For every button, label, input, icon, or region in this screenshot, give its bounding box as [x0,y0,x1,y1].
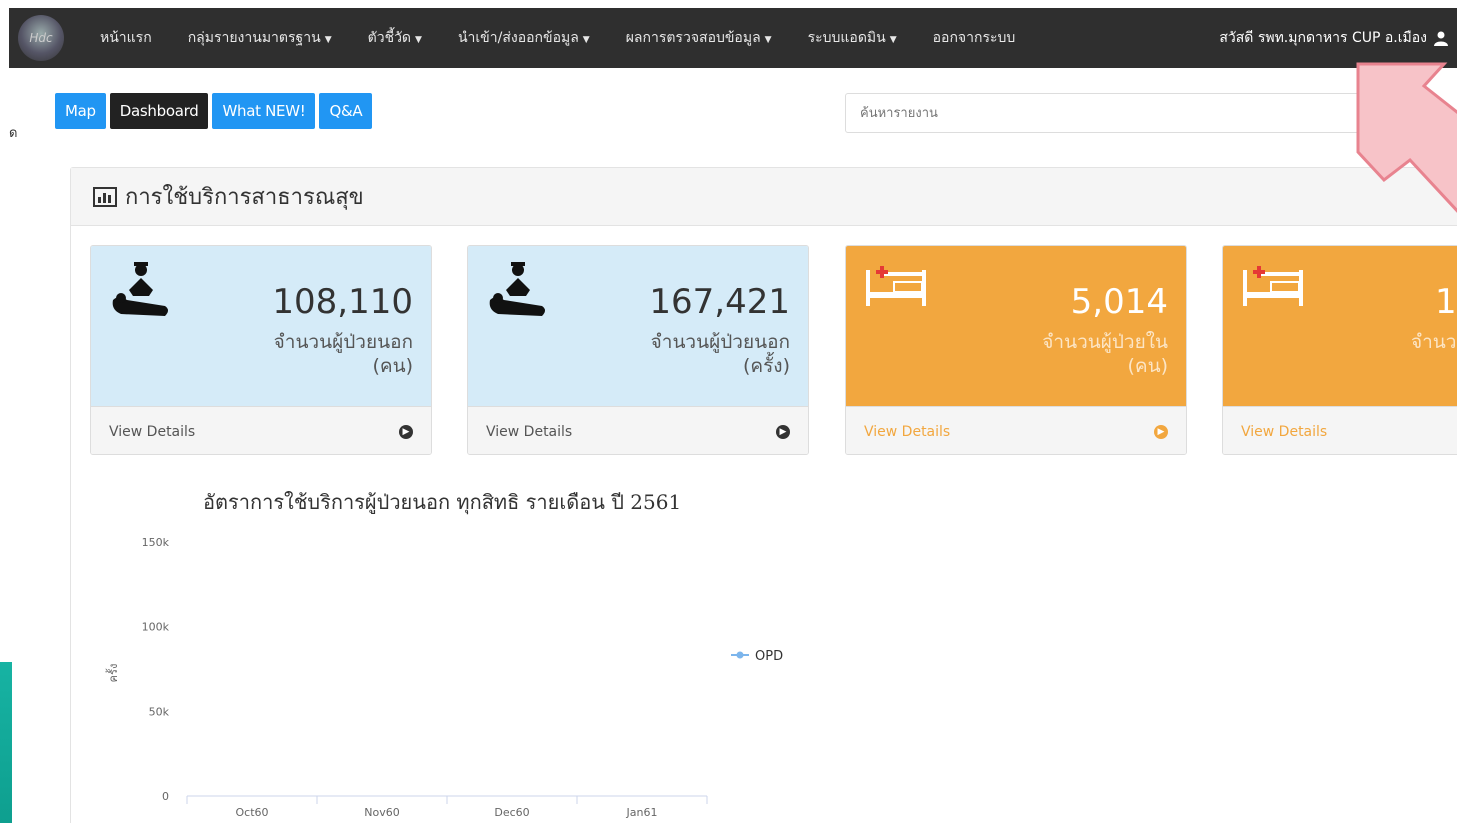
stat-card-opd-persons: 108,110 จำนวนผู้ป่วยนอก (คน) View Details… [90,245,432,455]
y-axis-label: ครั้ง [105,664,120,683]
nav-data-check[interactable]: ผลการตรวจสอบข้อมูล ▼ [626,27,772,49]
x-axis-categories: Oct60 Nov60 Dec60 Jan61 [186,796,708,819]
hospital-bed-icon [1243,266,1303,306]
caret-down-icon: ▼ [582,35,590,45]
x-tick-label: Nov60 [364,806,399,819]
y-tick-label: 100k [142,621,170,634]
x-tick-label: Oct60 [235,806,268,819]
nav-import-export-label: นำเข้า/ส่งออกข้อมูล [457,30,579,46]
caret-down-icon: ▼ [764,35,772,45]
caret-down-icon: ▼ [889,35,897,45]
view-details-label: View Details [109,423,196,440]
app-root: { "navbar": { "logo_text": "Hdc", "items… [0,0,1457,823]
nav-home[interactable]: หน้าแรก [100,27,152,49]
chart-legend[interactable]: OPD [731,649,783,664]
nav-import-export[interactable]: นำเข้า/ส่งออกข้อมูล ▼ [458,27,590,49]
top-navbar: Hdc หน้าแรก กลุ่มรายงานมาตรฐาน ▼ ตัวชี้วั… [9,8,1457,68]
panel-title: การใช้บริการสาธารณสุข [125,185,364,210]
doctor-patient-icon [112,262,168,316]
card-label-line1: จำนวนผู้ป่วยนอก [650,331,790,353]
tab-group: Map Dashboard What NEW! Q&A [55,93,373,129]
nav-admin-label: ระบบแอดมิน [807,30,886,46]
y-tick-label: 0 [162,790,169,803]
view-details-label: View Details [486,423,573,440]
view-details-label: View Details [1241,423,1328,440]
caret-down-icon: ▼ [415,35,422,45]
card-label: จำนวนผู้ป่วยใน (คน) [1042,330,1168,378]
nav-user-menu[interactable]: สวัสดี รพท.มุกดาหาร CUP อ.เมือง [1219,27,1449,49]
x-tick-label: Jan61 [626,806,658,819]
opd-line-chart: 150k100k50k0 ครั้ง Oct60 Nov60 Dec60 Jan61 … [105,536,783,819]
annotation-arrow [1356,62,1457,213]
view-details-link[interactable]: View Details ▶ [846,406,1186,454]
stat-card-ipd-visits: 1 จำนว View Details [1222,245,1457,455]
card-label: จำนวนผู้ป่วยนอก (ครั้ง) [651,330,790,378]
nav-standard-reports[interactable]: กลุ่มรายงานมาตรฐาน ▼ [188,27,332,49]
view-details-link[interactable]: View Details ▶ [91,406,431,454]
caret-down-icon: ▼ [324,35,332,45]
card-label-line1: จำนว [1411,331,1457,353]
nav-admin[interactable]: ระบบแอดมิน ▼ [808,27,897,49]
nav-indicators-label: ตัวชี้วัด [367,30,412,46]
search-input[interactable] [845,93,1365,133]
card-value: 167,421 [649,282,790,322]
arrow-circle-right-icon: ▶ [1154,424,1168,439]
legend-label: OPD [755,649,783,664]
bar-chart-icon [93,186,117,207]
stat-card-ipd-persons: 5,014 จำนวนผู้ป่วยใน (คน) View Details ▶ [845,245,1187,455]
stat-card-opd-visits: 167,421 จำนวนผู้ป่วยนอก (ครั้ง) View Deta… [467,245,809,455]
y-axis-ticks: 150k 100k 50k 0 [142,536,170,803]
card-label-line1: จำนวนผู้ป่วยนอก [273,331,413,353]
card-label-line2: (คน) [1127,355,1168,377]
site-logo[interactable]: Hdc [18,15,64,61]
nav-logout-label: ออกจากระบบ [932,30,1016,46]
arrow-circle-right-icon: ▶ [399,424,413,439]
nav-data-check-label: ผลการตรวจสอบข้อมูล [625,30,761,46]
chart-title: อัตราการใช้บริการผู้ป่วยนอก ทุกสิทธิ ราย… [203,490,682,514]
card-value: 108,110 [272,282,413,322]
user-icon [1434,31,1448,46]
card-label-line2: (คน) [372,355,413,377]
card-label-line1: จำนวนผู้ป่วยใน [1042,331,1168,353]
view-details-label: View Details [864,423,951,440]
card-label: จำนว [1411,330,1456,354]
arrow-circle-right-icon: ▶ [776,424,790,439]
x-tick-label: Dec60 [494,806,529,819]
tab-qa[interactable]: Q&A [319,93,373,129]
y-tick-label: 50k [149,705,170,718]
hospital-bed-icon [866,266,926,306]
view-details-link[interactable]: View Details ▶ [468,406,808,454]
nav-standard-reports-label: กลุ่มรายงานมาตรฐาน [187,30,321,46]
card-label: จำนวนผู้ป่วยนอก (คน) [274,330,413,378]
user-greeting: สวัสดี รพท.มุกดาหาร CUP อ.เมือง [1219,30,1427,46]
tab-whats-new[interactable]: What NEW! [212,93,316,129]
logo-text: Hdc [29,31,53,45]
card-value: 1 [1435,282,1457,322]
legend-swatch-marker [736,651,744,659]
nav-logout[interactable]: ออกจากระบบ [933,27,1016,49]
left-edge-text: ด [9,126,18,141]
panel-header: การใช้บริการสาธารณสุข [71,168,1457,226]
tab-map[interactable]: Map [55,93,106,129]
left-edge-bar [0,662,12,823]
view-details-link[interactable]: View Details [1223,406,1457,454]
y-tick-label: 150k [142,536,170,549]
nav-indicators[interactable]: ตัวชี้วัด ▼ [368,27,422,49]
tab-dashboard[interactable]: Dashboard [109,93,209,129]
nav-home-label: หน้าแรก [100,30,152,46]
card-value: 5,014 [1070,282,1168,322]
doctor-patient-icon [489,262,545,316]
card-label-line2: (ครั้ง) [742,355,790,377]
